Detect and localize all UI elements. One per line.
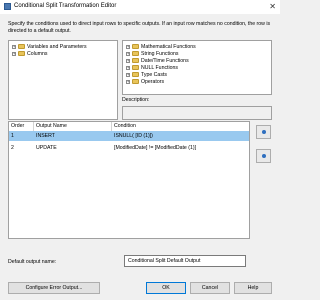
expand-icon[interactable]: + <box>126 58 130 63</box>
move-down-icon <box>262 154 266 158</box>
tree-item-label: Type Casts <box>141 72 167 78</box>
tree-item-variables-parameters[interactable]: + Variables and Parameters <box>12 44 87 51</box>
table-row[interactable]: 2 UPDATE [ModifiedDate] != [ModifiedDate… <box>9 143 249 153</box>
expand-icon[interactable]: + <box>126 44 130 49</box>
column-header-output-name: Output Name <box>36 123 67 129</box>
help-button[interactable]: Help <box>234 282 272 294</box>
column-header-order: Order <box>11 123 25 129</box>
variables-columns-tree[interactable]: + Variables and Parameters + Columns <box>8 40 118 120</box>
folder-icon <box>18 44 25 50</box>
app-icon <box>4 3 11 10</box>
tree-item-mathematical-functions[interactable]: + Mathematical Functions <box>126 44 196 51</box>
description-box <box>122 106 272 120</box>
default-output-label: Default output name: <box>8 259 57 265</box>
default-output-input[interactable]: Conditional Split Default Output <box>124 255 246 267</box>
folder-icon <box>132 65 139 71</box>
cancel-button[interactable]: Cancel <box>190 282 230 294</box>
tree-item-label: Mathematical Functions <box>141 44 196 50</box>
expand-icon[interactable]: + <box>126 65 130 70</box>
tree-item-null-functions[interactable]: + NULL Functions <box>126 65 178 72</box>
close-icon[interactable]: ✕ <box>269 1 276 13</box>
folder-icon <box>132 51 139 57</box>
folder-icon <box>132 58 139 64</box>
tree-item-label: Date/Time Functions <box>141 58 189 64</box>
move-up-button[interactable] <box>256 125 271 139</box>
folder-icon <box>18 51 25 57</box>
row-order: 1 <box>11 133 14 139</box>
row-condition[interactable]: ISNULL( [ID (1)]) <box>114 131 244 141</box>
expand-icon[interactable]: + <box>126 72 130 77</box>
expand-icon[interactable]: + <box>12 51 16 56</box>
expand-icon[interactable]: + <box>126 79 130 84</box>
row-output-name[interactable]: INSERT <box>36 131 106 141</box>
description-label: Description: <box>122 97 150 103</box>
tree-item-label: Operators <box>141 79 165 85</box>
folder-icon <box>132 79 139 85</box>
window-title: Conditional Split Transformation Editor <box>14 3 117 9</box>
row-output-name[interactable]: UPDATE <box>36 143 106 153</box>
ok-button[interactable]: OK <box>146 282 186 294</box>
column-header-condition: Condition <box>114 123 136 129</box>
expand-icon[interactable]: + <box>12 44 16 49</box>
conditions-grid[interactable]: Order Output Name Condition 1 INSERT ISN… <box>8 121 250 239</box>
move-up-icon <box>262 130 266 134</box>
tree-item-datetime-functions[interactable]: + Date/Time Functions <box>126 58 189 65</box>
folder-icon <box>132 44 139 50</box>
tree-item-string-functions[interactable]: + String Functions <box>126 51 178 58</box>
title-bar: Conditional Split Transformation Editor … <box>0 0 280 14</box>
functions-tree[interactable]: + Mathematical Functions + String Function… <box>122 40 272 95</box>
dialog-description: Specify the conditions used to direct in… <box>8 21 271 34</box>
tree-item-label: Variables and Parameters <box>27 44 87 50</box>
tree-item-type-casts[interactable]: + Type Casts <box>126 72 167 79</box>
tree-item-columns[interactable]: + Columns <box>12 51 47 58</box>
tree-item-operators[interactable]: + Operators <box>126 79 164 86</box>
tree-item-label: Columns <box>27 51 48 57</box>
row-order: 2 <box>11 145 14 151</box>
move-down-button[interactable] <box>256 149 271 163</box>
tree-item-label: String Functions <box>141 51 179 57</box>
table-row[interactable]: 1 INSERT ISNULL( [ID (1)]) <box>9 131 249 141</box>
configure-error-output-button[interactable]: Configure Error Output... <box>8 282 100 294</box>
folder-icon <box>132 72 139 78</box>
row-condition[interactable]: [ModifiedDate] != [ModifiedDate (1)] <box>114 143 244 153</box>
expand-icon[interactable]: + <box>126 51 130 56</box>
tree-item-label: NULL Functions <box>141 65 179 71</box>
